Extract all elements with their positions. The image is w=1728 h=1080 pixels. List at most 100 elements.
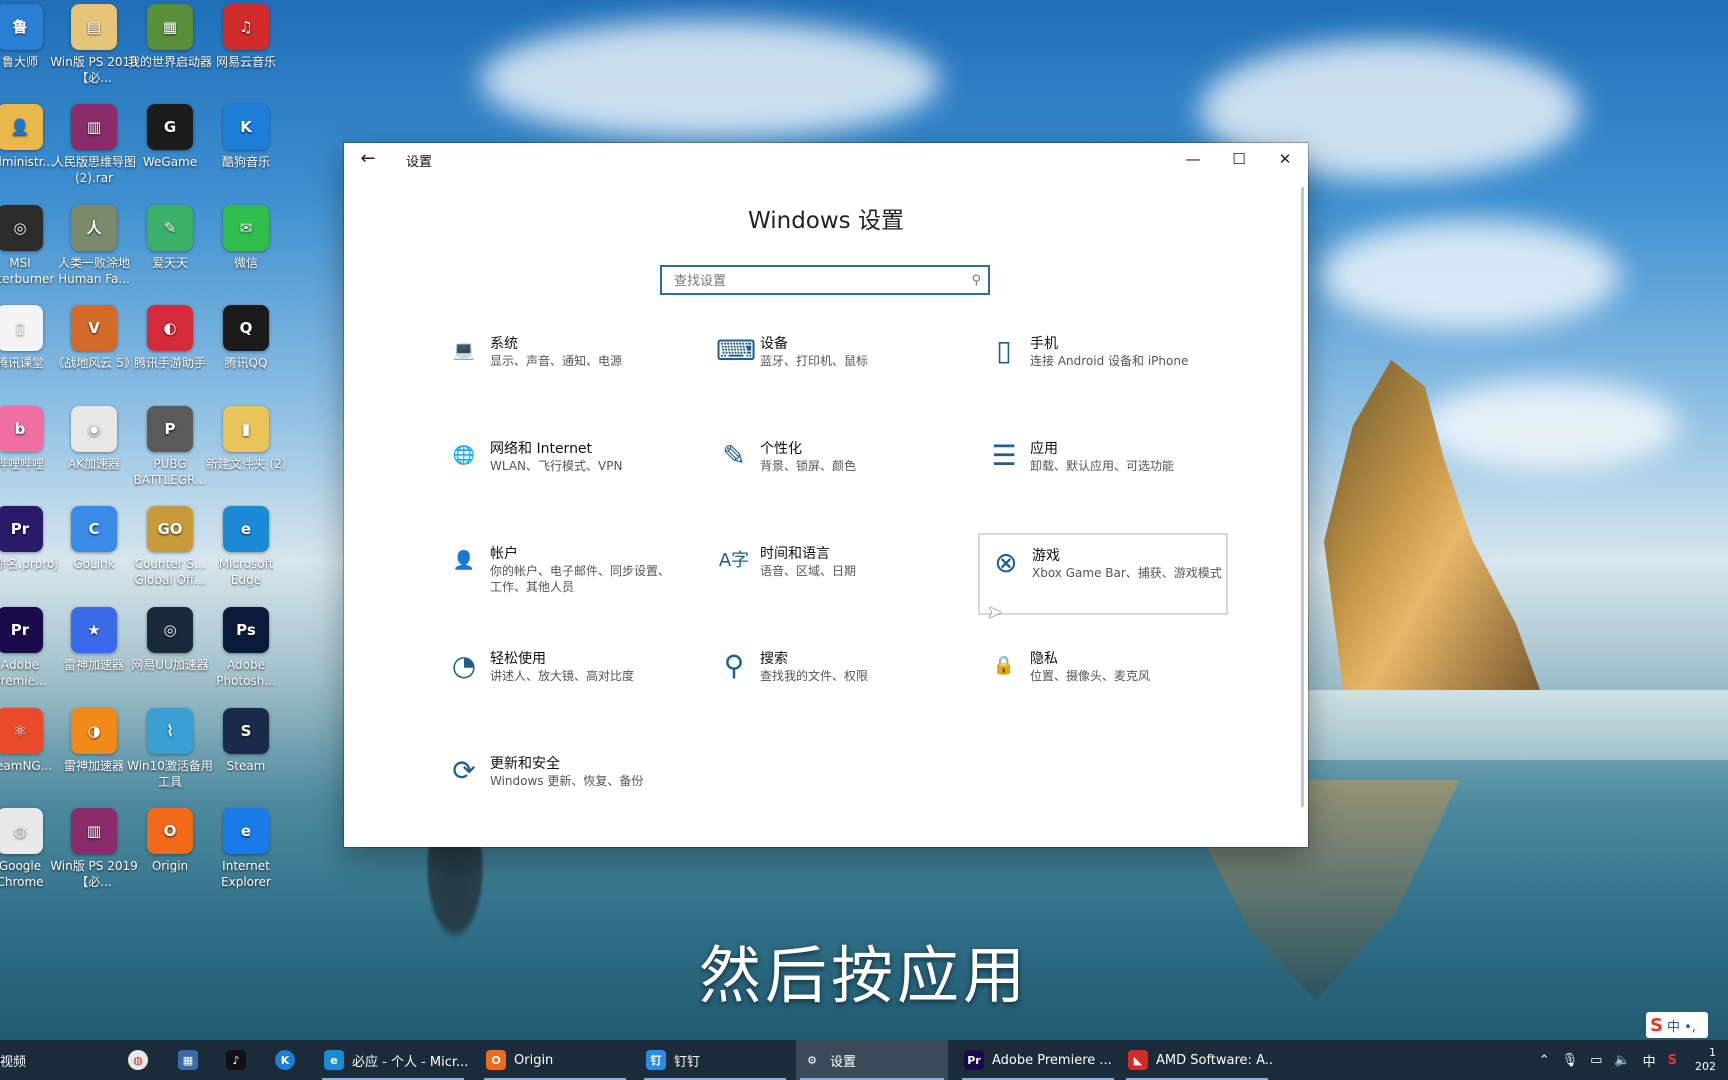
cloud bbox=[1420, 380, 1680, 470]
search-icon: ⚲ bbox=[971, 273, 981, 288]
desktop-icon[interactable]: 人人类一败涂地 Human Fa... bbox=[50, 205, 138, 287]
settings-tile-globe[interactable]: 🌐 网络和 Internet WLAN、飞行模式、VPN bbox=[438, 428, 688, 510]
taskbar-item[interactable]: ◣ AMD Software: A... bbox=[1122, 1040, 1272, 1080]
chrome-icon[interactable]: ◍ bbox=[128, 1040, 152, 1080]
maximize-icon[interactable]: ☐ bbox=[1216, 143, 1262, 175]
tile-description: 讲述人、放大镜、高对比度 bbox=[490, 669, 635, 683]
desktop-icon-label: 《战地风云 5》 bbox=[52, 356, 136, 370]
desktop-icon[interactable]: ◉ AK加速器 bbox=[50, 406, 138, 472]
settings-tile-apps[interactable]: ☰ 应用 卸载、默认应用、可选功能 bbox=[978, 428, 1228, 510]
tile-title: 手机 bbox=[1030, 336, 1058, 352]
settings-tile-devices[interactable]: ⌨ 设备 蓝牙、打印机、鼠标 bbox=[708, 323, 958, 405]
desktop-icon[interactable]: Ps Adobe Photosh... bbox=[202, 607, 290, 689]
ime-indicator[interactable]: 中 bbox=[1643, 1051, 1656, 1070]
network-icon[interactable]: ▭ bbox=[1590, 1053, 1602, 1068]
settings-tile-ease-of-access[interactable]: ◔ 轻松使用 讲述人、放大镜、高对比度 bbox=[438, 638, 688, 720]
store-icon[interactable]: ▦ bbox=[178, 1040, 202, 1080]
app-icon: ▥ bbox=[71, 808, 117, 854]
settings-tile-account[interactable]: 👤 帐户 你的帐户、电子邮件、同步设置、工作、其他人员 bbox=[438, 533, 688, 615]
taskbar-item-label: 设置 bbox=[830, 1054, 857, 1070]
app-icon: ◎ bbox=[147, 607, 193, 653]
desktop-icon[interactable]: C GoLink bbox=[50, 506, 138, 572]
scrollbar[interactable] bbox=[1301, 187, 1304, 807]
desktop-icon[interactable]: ▥ Win版 PS 2019【必... bbox=[50, 808, 138, 890]
app-icon: ▥ bbox=[71, 104, 117, 150]
apps-icon: ☰ bbox=[991, 439, 1017, 472]
devices-icon: ⌨ bbox=[716, 334, 757, 367]
close-icon[interactable]: ✕ bbox=[1262, 143, 1308, 175]
app-icon: ▯ bbox=[0, 305, 43, 351]
desktop-icon[interactable]: ▥ 人民版思维导图(2).rar bbox=[50, 104, 138, 186]
volume-icon[interactable]: 🔈 bbox=[1614, 1053, 1630, 1068]
settings-tile-search[interactable]: ⚲ 搜索 查找我的文件、权限 bbox=[708, 638, 958, 720]
desktop-icon-label: 酷狗音乐 bbox=[221, 155, 270, 169]
desktop-icon[interactable]: K 酷狗音乐 bbox=[202, 104, 290, 170]
clock[interactable]: 1 202 bbox=[1689, 1046, 1722, 1074]
tiktok-icon[interactable]: ♪ bbox=[226, 1040, 250, 1080]
minimize-icon[interactable]: — bbox=[1170, 143, 1216, 175]
desktop-icon-label: Win版 PS 2019【必... bbox=[50, 859, 138, 889]
desktop-icon[interactable]: Q 腾讯QQ bbox=[202, 305, 290, 371]
taskbar-item[interactable]: e 必应 - 个人 - Micr... bbox=[318, 1040, 468, 1080]
desktop-icon[interactable]: ◎ 网易UU加速器 bbox=[126, 607, 214, 673]
title-bar: ← 设置 — ☐ ✕ bbox=[344, 143, 1308, 175]
app-icon: 鲁 bbox=[0, 4, 43, 50]
settings-tile-update[interactable]: ⟳ 更新和安全 Windows 更新、恢复、备份 bbox=[438, 743, 688, 825]
chevron-up-icon[interactable]: ⌃ bbox=[1539, 1053, 1550, 1068]
desktop-icon[interactable]: O Origin bbox=[126, 808, 214, 874]
settings-tile-laptop[interactable]: 💻 系统 显示、声音、通知、电源 bbox=[438, 323, 688, 405]
desktop-icon[interactable]: ⌇ Win10激活备用工具 bbox=[126, 708, 214, 790]
desktop-icon[interactable]: ◑ 雷神加速器 bbox=[50, 708, 138, 774]
app-icon: ◑ bbox=[71, 708, 117, 754]
tile-title: 网络和 Internet bbox=[490, 441, 593, 457]
desktop-icon-label: 人类一败涂地 Human Fa... bbox=[57, 256, 130, 286]
desktop-icon[interactable]: G WeGame bbox=[126, 104, 214, 170]
desktop-icon-label: PUBG BATTLEGR... bbox=[133, 457, 207, 487]
search-box[interactable]: ⚲ bbox=[660, 265, 990, 295]
tile-title: 系统 bbox=[490, 336, 518, 352]
app-icon: e bbox=[223, 808, 269, 854]
taskbar-item[interactable]: O Origin bbox=[480, 1040, 630, 1080]
desktop-icon[interactable]: e Microsoft Edge bbox=[202, 506, 290, 588]
settings-tile-phone[interactable]: ▯ 手机 连接 Android 设备和 iPhone bbox=[978, 323, 1228, 405]
back-arrow-icon[interactable]: ← bbox=[356, 147, 380, 171]
settings-tile-time-language[interactable]: A字 时间和语言 语音、区域、日期 bbox=[708, 533, 958, 615]
taskbar-item[interactable]: 钉钉钉 bbox=[640, 1040, 790, 1080]
desktop-icon[interactable]: ♫ 网易云音乐 bbox=[202, 4, 290, 70]
settings-tile-xbox[interactable]: ⊗ 游戏 Xbox Game Bar、捕获、游戏模式 bbox=[978, 533, 1228, 615]
search-input[interactable] bbox=[672, 270, 956, 292]
sogou-tray-icon[interactable]: S bbox=[1668, 1053, 1677, 1068]
microphone-icon[interactable]: 🎙 bbox=[1562, 1053, 1579, 1068]
taskbar-video-label[interactable]: 视频 bbox=[0, 1040, 40, 1080]
page-title: Windows 设置 bbox=[748, 208, 904, 234]
desktop-icon[interactable]: V 《战地风云 5》 bbox=[50, 305, 138, 371]
desktop-icon[interactable]: ◐ 腾讯手游助手 bbox=[126, 305, 214, 371]
desktop-icon[interactable]: ✉ 微信 bbox=[202, 205, 290, 271]
desktop-icon[interactable]: ▤ Win版 PS 2019【必... bbox=[50, 4, 138, 86]
desktop-icon[interactable]: ★ 雷神加速器 bbox=[50, 607, 138, 673]
desktop-icon[interactable]: ▦ 我的世界启动器 bbox=[126, 4, 214, 70]
app-icon: Ps bbox=[223, 607, 269, 653]
taskbar-item[interactable]: ⚙ 设置 bbox=[796, 1040, 948, 1080]
app-icon: Pr bbox=[0, 506, 43, 552]
desktop-icon[interactable]: P PUBG BATTLEGR... bbox=[126, 406, 214, 488]
desktop-icon[interactable]: S Steam bbox=[202, 708, 290, 774]
taskbar-item[interactable]: Pr Adobe Premiere ... bbox=[958, 1040, 1118, 1080]
app-icon: ★ bbox=[71, 607, 117, 653]
settings-tile-lock[interactable]: 🔒 隐私 位置、摄像头、麦克风 bbox=[978, 638, 1228, 720]
tile-title: 时间和语言 bbox=[760, 546, 830, 562]
app-icon: ◎ bbox=[0, 205, 43, 251]
settings-window: ← 设置 — ☐ ✕ Windows 设置 ⚲ 💻系统显示、声音、通知、电源⌨设… bbox=[344, 143, 1308, 847]
ime-toolbar[interactable]: S中 •, bbox=[1646, 1012, 1708, 1038]
desktop-icon-label: 人民版思维导图(2).rar bbox=[51, 155, 136, 185]
app-icon: ◍ bbox=[0, 808, 43, 854]
desktop-icon[interactable]: ✎ 爱天天 bbox=[126, 205, 214, 271]
desktop-icon-label: Win10激活备用工具 bbox=[127, 759, 213, 789]
desktop-icon[interactable]: GO Counter S... Global Off... bbox=[126, 506, 214, 588]
desktop-icon[interactable]: e Internet Explorer bbox=[202, 808, 290, 890]
app-icon: S bbox=[223, 708, 269, 754]
tile-title: 搜索 bbox=[760, 651, 788, 667]
settings-tile-personalization[interactable]: ✎ 个性化 背景、锁屏、颜色 bbox=[708, 428, 958, 510]
kugou-icon[interactable]: K bbox=[275, 1040, 299, 1080]
desktop-icon[interactable]: ▮ 新建文件夹 (2) bbox=[202, 406, 290, 472]
